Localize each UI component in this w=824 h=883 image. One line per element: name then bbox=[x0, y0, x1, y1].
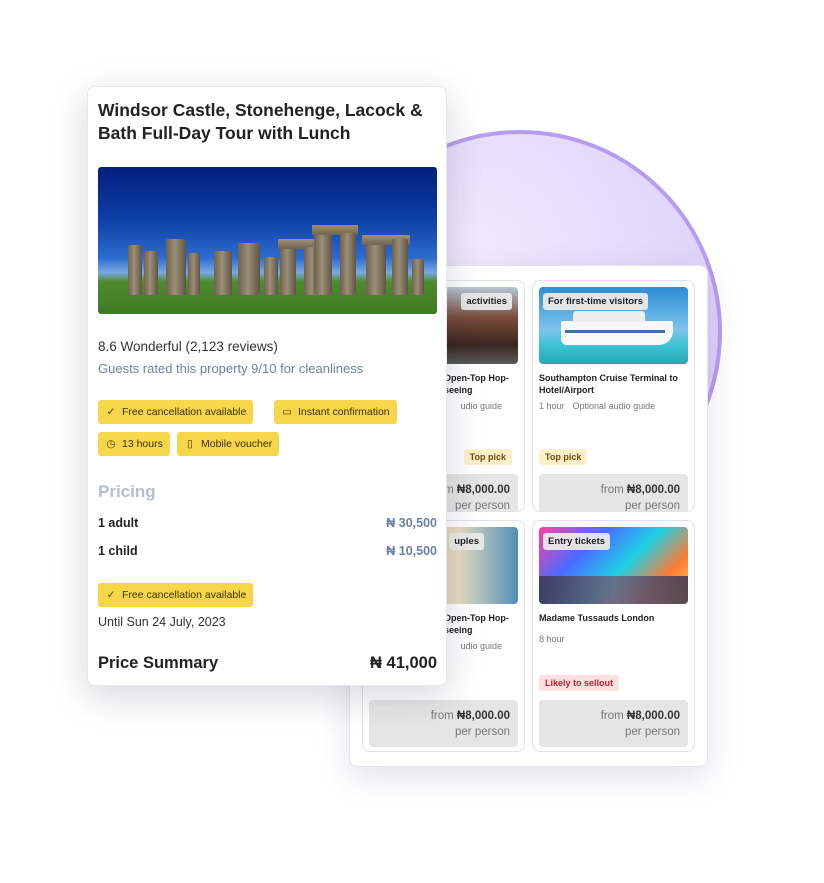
top-pick-badge: Top pick bbox=[463, 449, 512, 465]
stage: activities Open-Top Hop-seeing udio guid… bbox=[0, 0, 824, 883]
free-cancellation-chip: ✓ Free cancellation available bbox=[98, 583, 254, 607]
instant-confirmation-chip: ▭ Instant confirmation bbox=[274, 400, 397, 424]
activity-meta: 8 hour bbox=[539, 634, 565, 644]
tour-card[interactable]: Windsor Castle, Stonehenge, Lacock & Bat… bbox=[87, 86, 447, 686]
activity-tag: For first-time visitors bbox=[543, 293, 649, 310]
price-box: from ₦8,000.00 per person bbox=[539, 700, 688, 747]
activity-title: Open-Top Hop-seeing bbox=[444, 373, 509, 395]
activity-title: Madame Tussauds London bbox=[539, 613, 655, 623]
price-box: from ₦8,000.00 per person bbox=[369, 700, 518, 747]
price-box: from ₦8,000.00 per person bbox=[539, 474, 688, 511]
ticket-icon: ▭ bbox=[282, 406, 292, 418]
likely-to-sellout-badge: Likely to sellout bbox=[539, 675, 620, 691]
price-row-adult: 1 adult ₦ 30,500 bbox=[98, 516, 437, 530]
clock-icon: ◷ bbox=[106, 438, 116, 450]
activity-meta: udio guide bbox=[460, 641, 502, 651]
rating-text: 8.6 Wonderful (2,123 reviews) bbox=[98, 339, 278, 354]
activity-meta: udio guide bbox=[460, 401, 502, 411]
free-cancellation-chip: ✓ Free cancellation available bbox=[98, 400, 254, 424]
activity-tag: activities bbox=[461, 293, 512, 310]
activity-title: Open-Top Hop-seeing bbox=[444, 613, 509, 635]
cruise-ship-shape bbox=[561, 311, 673, 345]
duration-chip: ◷ 13 hours bbox=[98, 432, 170, 456]
price-summary: Price Summary ₦ 41,000 bbox=[98, 654, 437, 672]
activity-tag: Entry tickets bbox=[543, 533, 611, 550]
pricing-heading: Pricing bbox=[98, 482, 156, 501]
check-icon: ✓ bbox=[106, 589, 116, 601]
tour-title: Windsor Castle, Stonehenge, Lacock & Bat… bbox=[98, 100, 423, 143]
guest-note[interactable]: Guests rated this property 9/10 for clea… bbox=[98, 361, 363, 376]
stonehenge-image bbox=[98, 167, 437, 314]
activity-card[interactable]: Entry tickets Madame Tussauds London 8 h… bbox=[532, 520, 695, 752]
activity-title: Southampton Cruise Terminal to Hotel/Air… bbox=[539, 373, 678, 395]
price-summary-total: ₦ 41,000 bbox=[370, 654, 437, 672]
price-row-child: 1 child ₦ 10,500 bbox=[98, 544, 437, 558]
mobile-voucher-chip: ▯ Mobile voucher bbox=[177, 432, 280, 456]
activity-meta: 1 hour Optional audio guide bbox=[539, 401, 656, 411]
phone-icon: ▯ bbox=[187, 438, 193, 450]
check-icon: ✓ bbox=[106, 406, 116, 418]
activity-tag: uples bbox=[449, 533, 484, 550]
top-pick-badge: Top pick bbox=[539, 449, 588, 465]
cancellation-deadline: Until Sun 24 July, 2023 bbox=[98, 615, 226, 629]
activity-card[interactable]: For first-time visitors Southampton Crui… bbox=[532, 280, 695, 512]
